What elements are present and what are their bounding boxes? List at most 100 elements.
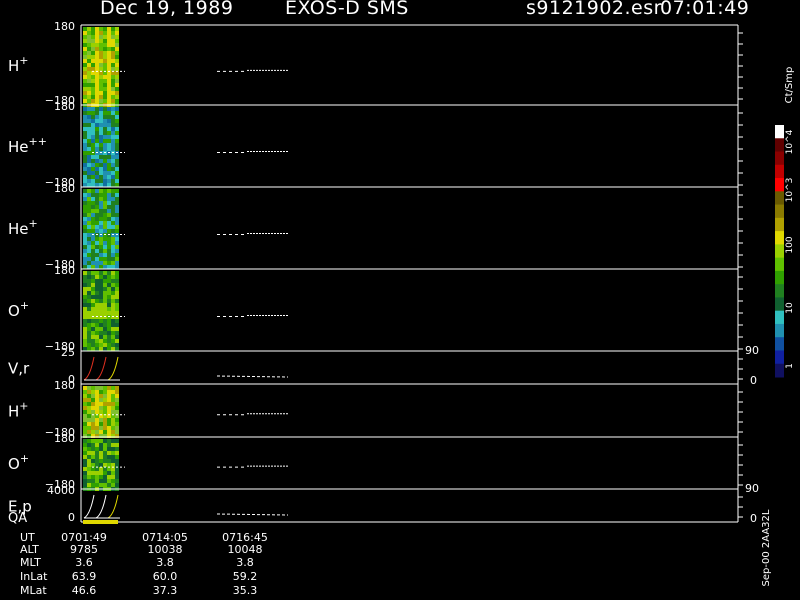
spectrogram-cell <box>107 279 111 283</box>
spectrogram-cell <box>99 299 103 303</box>
spectrogram-cell <box>83 402 87 406</box>
spectrogram-cell <box>107 91 111 95</box>
spectrogram-cell <box>107 455 111 459</box>
spectrogram-cell <box>107 47 111 51</box>
spectrogram-cell <box>83 451 87 455</box>
spectrogram-cell <box>87 155 91 159</box>
spectrogram-cell <box>111 99 115 103</box>
spectrogram-cell <box>91 451 95 455</box>
spectrogram-cell <box>91 67 95 71</box>
spectrogram-cell <box>107 331 111 335</box>
spectrogram-cell <box>95 183 99 187</box>
spectrogram-cell <box>91 75 95 79</box>
spectrogram-cell <box>107 406 111 410</box>
spectrogram-cell <box>91 111 95 115</box>
spectrogram-cell <box>99 447 103 451</box>
y-max-label: 180 <box>54 432 75 445</box>
spectrogram-cell <box>87 87 91 91</box>
spectrogram-cell <box>115 111 119 115</box>
spectrogram-cell <box>107 283 111 287</box>
spectrogram-cell <box>103 257 107 261</box>
spectrogram-cell <box>99 402 103 406</box>
spectrogram-cell <box>99 183 103 187</box>
spectrogram-cell <box>103 418 107 422</box>
spectrogram-cell <box>99 155 103 159</box>
spectrogram-cell <box>91 295 95 299</box>
spectrogram-cell <box>87 147 91 151</box>
spectrogram-cell <box>91 119 95 123</box>
spectrogram-cell <box>87 299 91 303</box>
spectrogram-cell <box>103 95 107 99</box>
spectrogram-cell <box>107 43 111 47</box>
spectrogram-cell <box>91 43 95 47</box>
spectrogram-cell <box>111 455 115 459</box>
spectrogram-cell <box>91 205 95 209</box>
spectrogram-cell <box>115 295 119 299</box>
spectrogram-cell <box>103 43 107 47</box>
spectrogram-cell <box>95 257 99 261</box>
spectrogram-cell <box>115 459 119 463</box>
spectrogram-cell <box>115 343 119 347</box>
y-max-label: 25 <box>61 346 75 359</box>
right-axis-top: 90 <box>745 482 759 495</box>
spectrogram-cell <box>91 167 95 171</box>
spectrogram-cell <box>111 402 115 406</box>
spectrogram-cell <box>83 87 87 91</box>
spectrogram-cell <box>107 253 111 257</box>
spectrogram-cell <box>87 402 91 406</box>
spectrogram-cell <box>91 291 95 295</box>
spectrogram-cell <box>83 127 87 131</box>
spectrogram-cell <box>91 135 95 139</box>
spectrogram-cell <box>103 311 107 315</box>
spectrogram-cell <box>95 443 99 447</box>
spectrogram-cell <box>115 299 119 303</box>
spectrogram-cell <box>115 339 119 343</box>
spectrogram-cell <box>103 127 107 131</box>
spectrogram-cell <box>83 319 87 323</box>
spectrogram-cell <box>103 179 107 183</box>
spectrogram-cell <box>107 95 111 99</box>
spectrogram-cell <box>107 155 111 159</box>
spectrogram-cell <box>91 323 95 327</box>
spectrogram-cell <box>87 331 91 335</box>
spectrogram-cell <box>107 51 111 55</box>
spectrogram-cell <box>103 331 107 335</box>
spectrogram-cell <box>91 95 95 99</box>
spectrogram-cell <box>103 261 107 265</box>
spectrogram-cell <box>107 213 111 217</box>
spectrogram-cell <box>103 390 107 394</box>
spectrogram-cell <box>95 386 99 390</box>
spectrogram-cell <box>83 295 87 299</box>
spectrogram-cell <box>87 414 91 418</box>
trace-segment <box>216 375 289 378</box>
spectrogram-cell <box>103 279 107 283</box>
spectrogram-cell <box>115 189 119 193</box>
spectrogram-cell <box>107 311 111 315</box>
spectrogram-cell <box>103 447 107 451</box>
spectrogram-cell <box>95 111 99 115</box>
spectrogram-cell <box>99 79 103 83</box>
spectrogram-cell <box>95 463 99 467</box>
spectrogram-cell <box>83 323 87 327</box>
spectrogram-cell <box>107 189 111 193</box>
spectrogram-cell <box>107 67 111 71</box>
spectrogram-cell <box>99 43 103 47</box>
spectrogram-cell <box>91 79 95 83</box>
spectrogram-cell <box>83 459 87 463</box>
spectrogram-cell <box>103 171 107 175</box>
spectrogram-cell <box>115 179 119 183</box>
spectrogram-cell <box>87 151 91 155</box>
spectrogram-cell <box>99 67 103 71</box>
spectrogram-cell <box>99 87 103 91</box>
spectrogram-cell <box>107 147 111 151</box>
spectrogram-cell <box>83 245 87 249</box>
spectrogram-cell <box>95 299 99 303</box>
spectrogram-cell <box>91 463 95 467</box>
spectrogram-cell <box>115 229 119 233</box>
spectrogram-cell <box>115 55 119 59</box>
spectrogram-cell <box>83 479 87 483</box>
spectrogram-cell <box>103 183 107 187</box>
colorbar-segment <box>775 204 784 219</box>
spectrogram-cell <box>103 205 107 209</box>
spectrogram-cell <box>83 111 87 115</box>
